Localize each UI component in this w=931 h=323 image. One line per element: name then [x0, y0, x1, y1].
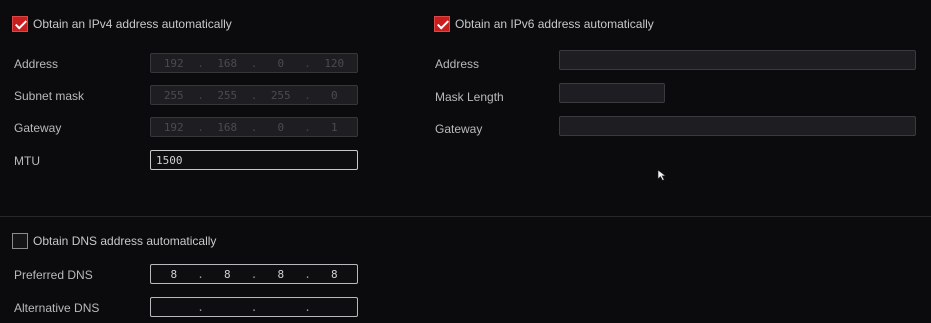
alternative-dns-label: Alternative DNS [14, 301, 100, 315]
ipv4-gateway-label: Gateway [14, 121, 62, 135]
preferred-dns-octet-4[interactable]: 8 [312, 268, 358, 281]
octet-separator: . [197, 88, 204, 102]
preferred-dns-field[interactable]: 8. 8. 8. 8 [150, 264, 358, 284]
ipv4-address-octet-2: 168 [217, 56, 238, 70]
dns-auto-row[interactable]: Obtain DNS address automatically [12, 232, 216, 250]
ipv6-mask-length-field [559, 83, 665, 103]
ipv4-address-octet-3: 0 [277, 56, 285, 70]
ipv4-subnet-octet-3: 255 [270, 88, 291, 102]
section-divider [0, 216, 931, 217]
ipv4-subnet-label: Subnet mask [14, 89, 85, 103]
mtu-input[interactable]: 1500 [150, 150, 358, 170]
octet-separator: . [304, 88, 311, 102]
ipv4-address-octet-4: 120 [324, 56, 345, 70]
octet-separator: . [250, 267, 258, 281]
octet-separator: . [304, 300, 311, 314]
octet-separator: . [250, 120, 258, 134]
ipv4-gateway-octet-2: 168 [217, 120, 238, 134]
ipv6-auto-row[interactable]: Obtain an IPv6 address automatically [434, 15, 654, 33]
octet-separator: . [304, 56, 311, 70]
preferred-dns-octet-2[interactable]: 8 [205, 268, 251, 281]
dns-auto-label: Obtain DNS address automatically [33, 234, 217, 248]
octet-separator: . [250, 88, 258, 102]
ipv4-gateway-octet-4: 1 [330, 120, 338, 134]
preferred-dns-label: Preferred DNS [14, 268, 93, 282]
ipv4-auto-label: Obtain an IPv4 address automatically [33, 17, 232, 31]
network-settings-panel: Obtain an IPv4 address automatically Add… [0, 0, 931, 323]
ipv6-auto-checkbox[interactable] [434, 16, 450, 32]
ipv6-gateway-label: Gateway [435, 122, 483, 136]
preferred-dns-octet-3[interactable]: 8 [258, 268, 304, 281]
preferred-dns-octet-1[interactable]: 8 [151, 268, 197, 281]
mouse-pointer-icon [657, 169, 667, 181]
ipv4-subnet-octet-4: 0 [330, 88, 338, 102]
alternative-dns-field[interactable]: . . . [150, 297, 358, 317]
ipv4-auto-checkbox[interactable] [12, 16, 28, 32]
octet-separator: . [250, 56, 258, 70]
ipv4-gateway-field: 192. 168. 0. 1 [150, 117, 358, 137]
ipv6-gateway-field [559, 116, 916, 136]
ipv4-subnet-octet-1: 255 [163, 88, 184, 102]
octet-separator: . [197, 267, 204, 281]
ipv4-subnet-field: 255. 255. 255. 0 [150, 85, 358, 105]
octet-separator: . [304, 120, 311, 134]
ipv6-address-label: Address [435, 57, 480, 71]
ipv4-address-label: Address [14, 57, 59, 71]
ipv4-gateway-octet-3: 0 [277, 120, 285, 134]
ipv6-mask-length-label: Mask Length [435, 90, 504, 104]
dns-auto-checkbox[interactable] [12, 233, 28, 249]
ipv6-address-field [559, 50, 916, 70]
octet-separator: . [197, 120, 204, 134]
ipv4-gateway-octet-1: 192 [163, 120, 184, 134]
ipv4-address-octet-1: 192 [163, 56, 184, 70]
octet-separator: . [197, 56, 204, 70]
ipv6-auto-label: Obtain an IPv6 address automatically [455, 17, 654, 31]
octet-separator: . [304, 267, 311, 281]
ipv4-auto-row[interactable]: Obtain an IPv4 address automatically [12, 15, 232, 33]
mtu-label: MTU [14, 154, 40, 168]
octet-separator: . [197, 300, 204, 314]
ipv4-address-field: 192. 168. 0. 120 [150, 53, 358, 73]
octet-separator: . [250, 300, 258, 314]
ipv4-subnet-octet-2: 255 [217, 88, 238, 102]
